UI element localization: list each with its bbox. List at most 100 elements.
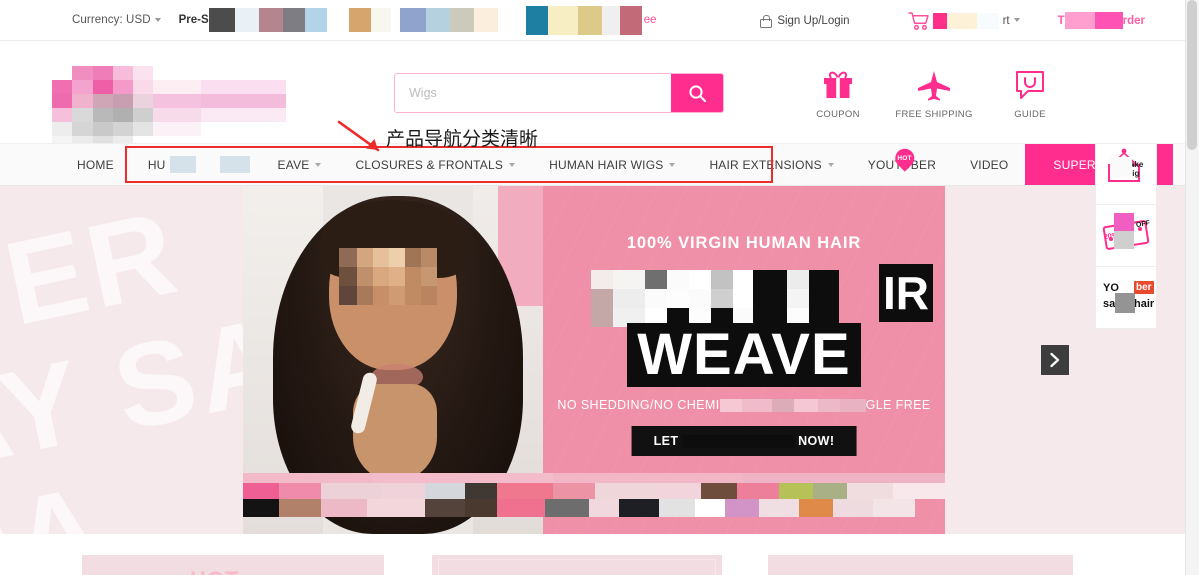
- guide-quicklink[interactable]: GUIDE: [982, 65, 1078, 120]
- redacted-cta-mosaic: [682, 435, 795, 449]
- promo-card-2[interactable]: [432, 555, 722, 575]
- youtuber-label-b: ber: [1134, 281, 1154, 294]
- top-utility-bar: Currency: USD Pre-S ee Sign Up/Login rt …: [0, 0, 1185, 41]
- chevron-down-icon: [1013, 18, 1020, 23]
- redacted-product-strip: [243, 473, 945, 517]
- chevron-down-icon: [315, 162, 322, 167]
- youtuber-label-c: sa: [1103, 298, 1116, 310]
- redacted-widget-2: [1114, 213, 1134, 249]
- site-header: COUPON FREE SHIPPING GUIDE: [0, 41, 1185, 146]
- currency-selector[interactable]: Currency: USD: [72, 14, 161, 26]
- side-widget-lace-wig[interactable]: ake lig: [1095, 143, 1157, 205]
- presale-link[interactable]: Pre-S: [179, 14, 209, 26]
- hero-banner: EASTER DAY SA TER DA AY SA: [0, 186, 1185, 534]
- nav-item-youtuber[interactable]: HOT YOUTUBER: [851, 144, 953, 185]
- redacted-cart-count: [932, 12, 999, 29]
- coupon-label: COUPON: [816, 109, 860, 120]
- track-prefix: T: [1057, 14, 1065, 27]
- nav-label: VIDEO: [970, 157, 1009, 172]
- chevron-down-icon: [827, 162, 834, 167]
- redacted-nav-block: [169, 156, 274, 173]
- search-bar[interactable]: [394, 73, 724, 113]
- guide-icon: [982, 65, 1078, 105]
- search-button[interactable]: [671, 74, 723, 112]
- redacted-headline-mosaic: [591, 270, 839, 327]
- guide-label: GUIDE: [1014, 109, 1046, 120]
- hero-headline-tail: IR: [879, 264, 933, 322]
- redacted-topbar-block-1: [208, 8, 391, 32]
- hero-subline-left: NO SHEDDING/NO CHEMI: [557, 398, 720, 412]
- promo-card-2-frame: [438, 559, 716, 575]
- redacted-track-order: [1064, 12, 1123, 29]
- track-order-label: rder: [1122, 14, 1145, 27]
- promo-card-3[interactable]: [768, 555, 1073, 575]
- chevron-down-icon: [669, 162, 676, 167]
- currency-value: USD: [126, 14, 151, 26]
- site-logo[interactable]: [52, 53, 327, 146]
- free-shipping-quicklink[interactable]: FREE SHIPPING: [886, 65, 982, 120]
- side-widget-youtuber[interactable]: YO sa ber hair: [1095, 267, 1157, 329]
- nav-item-human-hair-wigs[interactable]: HUMAN HAIR WIGS: [532, 144, 692, 185]
- coupon-quicklink[interactable]: COUPON: [790, 65, 886, 120]
- redacted-widget-3: [1115, 293, 1135, 313]
- main-navigation: HOME HU EAVE CLOSURES & FRONTALS HUMAN H…: [0, 143, 1185, 186]
- nav-item-hair-extensions[interactable]: HAIR EXTENSIONS: [692, 144, 850, 185]
- youtuber-label-d: hair: [1134, 298, 1155, 310]
- hero-headline2-text: WEAVE: [627, 323, 861, 387]
- hero-headline-line-1: IR: [543, 264, 945, 327]
- hero-cta-button[interactable]: LET NOW!: [631, 426, 857, 457]
- hero-headline-line-2: WEAVE: [543, 323, 945, 387]
- side-widget-lace-wig-label: ake lig: [1130, 160, 1144, 178]
- cart-label: rt: [1003, 15, 1020, 27]
- chevron-down-icon: [509, 162, 516, 167]
- page-scrollbar-thumb[interactable]: [1187, 0, 1197, 150]
- side-widget-coupon[interactable]: 20% OFF: [1095, 205, 1157, 267]
- chevron-down-icon: [154, 17, 161, 22]
- redacted-face-mosaic: [339, 248, 437, 305]
- hero-subline-right: GLE FREE: [865, 398, 931, 412]
- strip-mosaic: [243, 473, 945, 517]
- redacted-widget-1: [1110, 157, 1132, 177]
- carousel-next-button[interactable]: [1041, 345, 1069, 375]
- coupon-icon: [790, 65, 886, 105]
- track-order-link[interactable]: T rder: [1058, 12, 1145, 29]
- nav-label: HUMAN HAIR WIGS: [549, 157, 664, 172]
- hero-cta-label: LET: [653, 434, 683, 448]
- nav-label: HU: [147, 157, 166, 172]
- promo-cards-row: HOT: [0, 534, 1185, 575]
- hero-cta-label-tail: NOW!: [794, 434, 835, 448]
- redacted-topbar-block-2: [399, 8, 498, 32]
- floating-side-widgets: ake lig 20% OFF YO sa ber hair: [1095, 143, 1157, 329]
- signup-login-link[interactable]: Sign Up/Login: [759, 14, 850, 28]
- promo-card-1-badge: HOT: [190, 567, 239, 575]
- free-shipping-label: FREE SHIPPING: [895, 109, 973, 120]
- cart-link[interactable]: rt: [907, 11, 1020, 30]
- currency-label: Currency:: [72, 14, 123, 26]
- redacted-subline-mosaic: [719, 399, 866, 413]
- hero-eyebrow: 100% VIRGIN HUMAN HAIR: [626, 234, 862, 252]
- redacted-topbar-tail: ee: [643, 14, 657, 26]
- nav-items: HOME HU EAVE CLOSURES & FRONTALS HUMAN H…: [60, 144, 1173, 185]
- free-shipping-icon: [886, 65, 982, 105]
- promo-card-1[interactable]: HOT: [82, 555, 384, 575]
- search-input[interactable]: [395, 74, 671, 112]
- nav-label: HAIR EXTENSIONS: [709, 157, 822, 172]
- nav-item-video[interactable]: VIDEO: [953, 144, 1025, 185]
- header-quicklinks: COUPON FREE SHIPPING GUIDE: [790, 65, 1080, 120]
- topbar-right-group: Sign Up/Login rt T rder: [759, 0, 1185, 41]
- hero-subline: NO SHEDDING/NO CHEMI GLE FREE: [543, 398, 945, 413]
- nav-item-human-hair-weave[interactable]: HU EAVE: [131, 144, 339, 185]
- nav-label: HOME: [77, 157, 114, 172]
- annotation-text: 产品导航分类清晰: [386, 128, 539, 150]
- redacted-logo-mosaic: [52, 53, 286, 146]
- nav-item-home[interactable]: HOME: [60, 144, 131, 185]
- annotation-arrow-icon: [336, 120, 390, 156]
- signup-login-label: Sign Up/Login: [777, 14, 850, 27]
- redacted-coin-graphic: [525, 5, 642, 35]
- lock-icon: [759, 14, 773, 28]
- chevron-right-icon: [1050, 352, 1060, 368]
- page-root: Currency: USD Pre-S ee Sign Up/Login rt …: [0, 0, 1199, 575]
- shopping-cart-icon: [907, 11, 930, 30]
- search-icon: [688, 84, 707, 103]
- page-scrollbar[interactable]: [1185, 0, 1199, 575]
